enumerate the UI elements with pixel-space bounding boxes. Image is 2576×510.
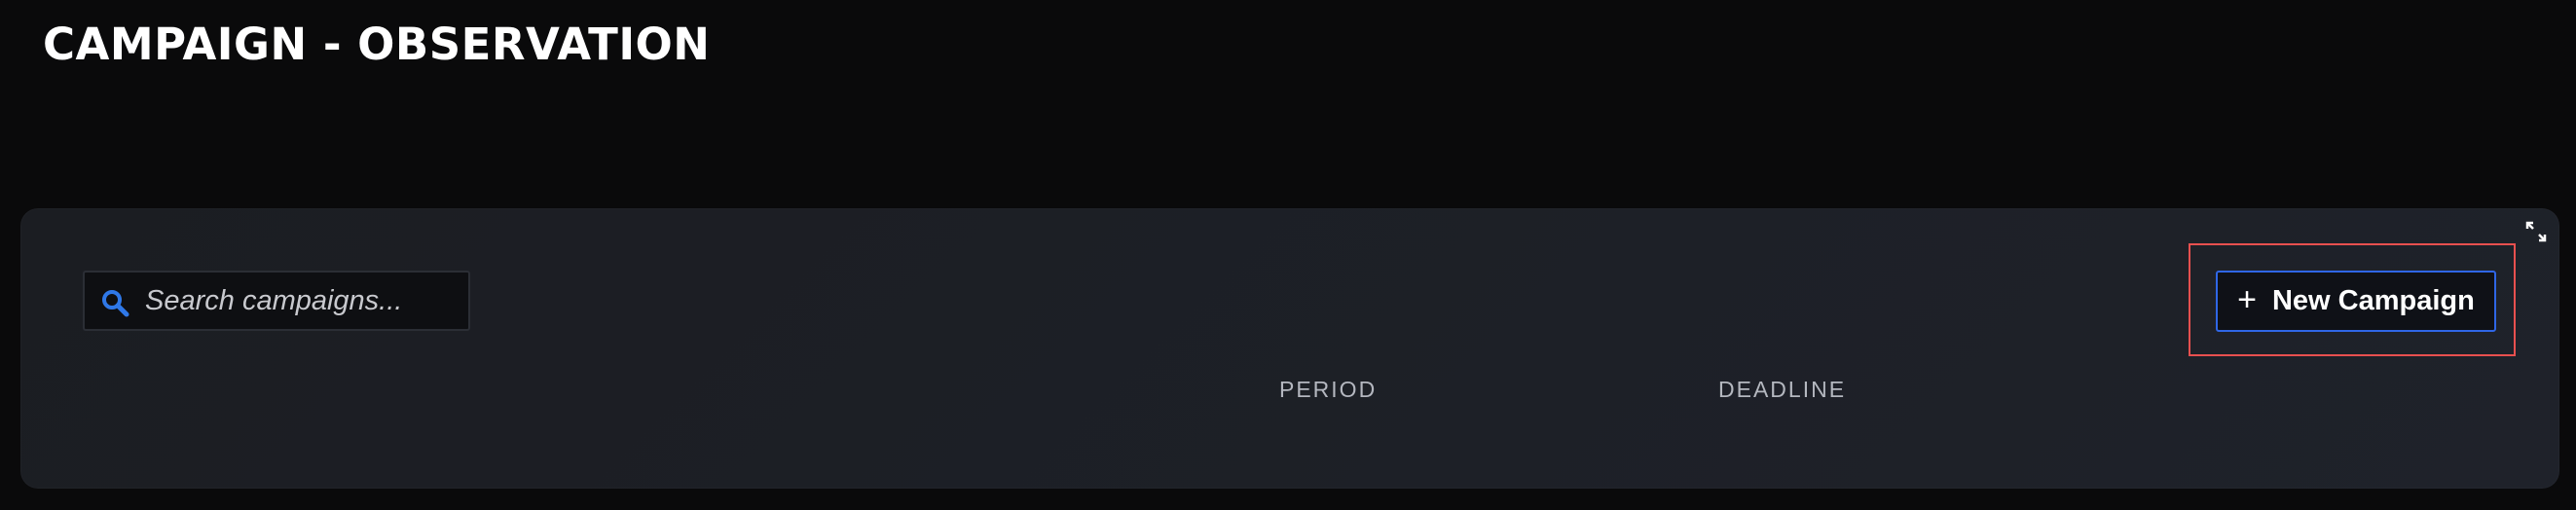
new-campaign-label: New Campaign — [2271, 285, 2475, 316]
search-box[interactable] — [83, 271, 470, 331]
column-header-deadline: DEADLINE — [1718, 377, 1847, 402]
search-icon — [102, 290, 129, 317]
expand-icon[interactable] — [2524, 220, 2548, 243]
page-title: CAMPAIGN - OBSERVATION — [43, 18, 711, 70]
search-input[interactable] — [145, 273, 457, 329]
plus-icon: + — [2237, 281, 2257, 318]
page: CAMPAIGN - OBSERVATION + New Campaign PE… — [0, 0, 2576, 510]
campaigns-panel: + New Campaign PERIOD DEADLINE — [20, 208, 2559, 489]
column-header-period: PERIOD — [1279, 377, 1378, 402]
new-campaign-button[interactable]: + New Campaign — [2216, 271, 2496, 332]
